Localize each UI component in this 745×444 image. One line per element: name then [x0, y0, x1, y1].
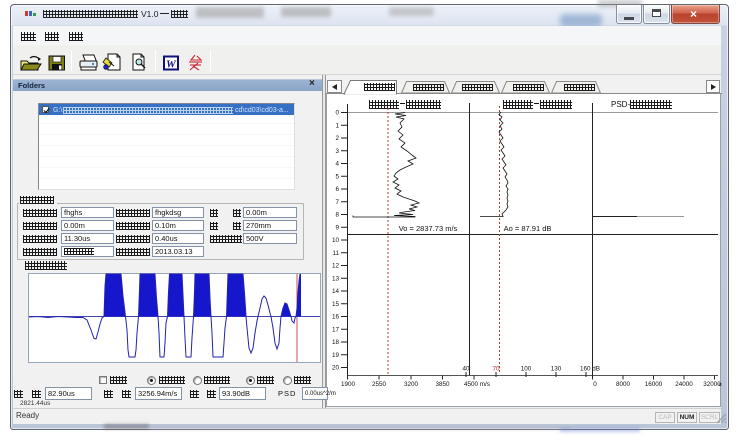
svg-text:11: 11	[332, 250, 339, 257]
svg-text:18: 18	[332, 339, 340, 346]
svg-text:3850: 3850	[435, 381, 450, 388]
svg-text:160 dB: 160 dB	[580, 366, 600, 373]
svg-text:16000: 16000	[645, 381, 663, 388]
svg-text:2550: 2550	[372, 381, 387, 388]
svg-text:130: 130	[551, 366, 562, 373]
svg-text:19: 19	[332, 352, 340, 359]
svg-text:40: 40	[462, 366, 470, 373]
svg-text:13: 13	[332, 275, 340, 282]
svg-text:16: 16	[332, 314, 340, 321]
svg-text:3200: 3200	[404, 381, 419, 388]
svg-text:5: 5	[335, 173, 339, 180]
svg-text:7: 7	[335, 199, 339, 206]
svg-text:4500 m/s: 4500 m/s	[464, 381, 490, 388]
svg-text:0: 0	[335, 110, 339, 117]
svg-text:14: 14	[332, 288, 340, 295]
svg-text:15: 15	[332, 301, 340, 308]
svg-text:8: 8	[335, 212, 339, 219]
svg-text:12: 12	[332, 263, 340, 270]
svg-text:1: 1	[335, 122, 339, 129]
svg-text:1900: 1900	[341, 381, 356, 388]
svg-text:8000: 8000	[616, 381, 631, 388]
svg-text:10: 10	[332, 237, 340, 244]
svg-text:2: 2	[335, 135, 339, 142]
svg-text:Vo = 2837.73 m/s: Vo = 2837.73 m/s	[399, 224, 458, 233]
svg-text:20: 20	[332, 365, 340, 372]
svg-text:9: 9	[335, 224, 339, 231]
svg-text:6: 6	[335, 186, 339, 193]
svg-text:Ao = 87.91 dB: Ao = 87.91 dB	[504, 224, 552, 233]
svg-text:70: 70	[492, 366, 500, 373]
svg-text:100: 100	[521, 366, 532, 373]
svg-text:3: 3	[335, 148, 339, 155]
svg-text:24000: 24000	[675, 381, 693, 388]
svg-text:0: 0	[593, 381, 597, 388]
svg-text:17: 17	[332, 326, 340, 333]
svg-text:u: u	[718, 382, 721, 388]
svg-text:4: 4	[335, 161, 339, 168]
